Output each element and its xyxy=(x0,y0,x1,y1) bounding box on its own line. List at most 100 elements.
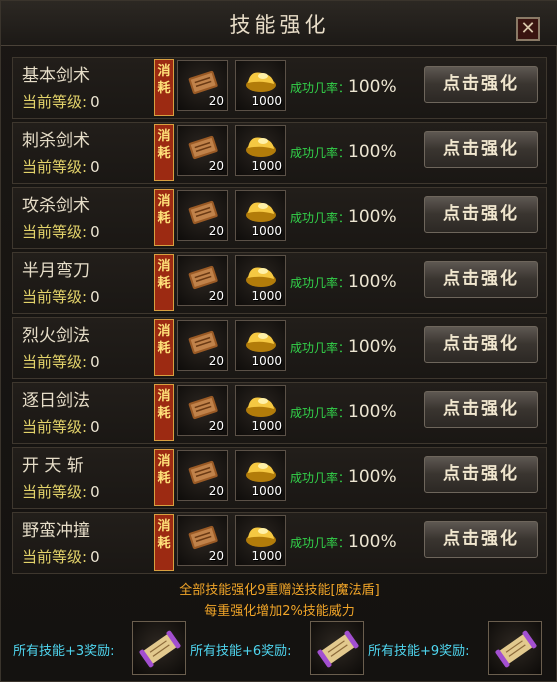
success-rate-value: 100% xyxy=(348,467,397,487)
cost-banner-char: 耗 xyxy=(157,211,171,226)
gold-count: 1000 xyxy=(251,224,282,238)
skill-book-slot[interactable]: 20 xyxy=(177,450,228,501)
skill-book-slot[interactable]: 20 xyxy=(177,320,228,371)
cost-banner-char: 消 xyxy=(157,454,171,469)
skill-level: 当前等级: 0 xyxy=(22,286,100,307)
cost-banner: 消 耗 xyxy=(154,514,174,571)
success-rate-label: 成功几率： xyxy=(290,146,351,160)
success-rate-label: 成功几率： xyxy=(290,471,351,485)
success-rate-value: 100% xyxy=(348,532,397,552)
skill-name: 开 天 斩 xyxy=(22,456,84,476)
gold-slot[interactable]: 1000 xyxy=(235,125,286,176)
reward-slot[interactable] xyxy=(310,621,364,675)
book-count: 20 xyxy=(208,159,224,173)
book-count: 20 xyxy=(208,354,224,368)
close-button[interactable]: ✕ xyxy=(516,17,540,41)
gold-count: 1000 xyxy=(251,419,282,433)
strengthen-button[interactable]: 点击强化 xyxy=(424,66,538,103)
gold-slot[interactable]: 1000 xyxy=(235,190,286,241)
cost-banner-char: 耗 xyxy=(157,536,171,551)
cost-banner: 消 耗 xyxy=(154,319,174,376)
cost-banner-char: 耗 xyxy=(157,471,171,486)
skill-name: 基本剑术 xyxy=(22,66,90,86)
strengthen-button[interactable]: 点击强化 xyxy=(424,326,538,363)
skill-row: 刺杀剑术 当前等级: 0 消 耗 20 1000 成功几率： 100% 点击强化 xyxy=(12,122,547,184)
book-count: 20 xyxy=(208,549,224,563)
cost-banner: 消 耗 xyxy=(154,59,174,116)
cost-banner-char: 耗 xyxy=(157,81,171,96)
success-rate-value: 100% xyxy=(348,207,397,227)
skill-book-slot[interactable]: 20 xyxy=(177,60,228,111)
gold-slot[interactable]: 1000 xyxy=(235,320,286,371)
strengthen-button[interactable]: 点击强化 xyxy=(424,391,538,428)
cost-banner-char: 消 xyxy=(157,324,171,339)
success-rate-value: 100% xyxy=(348,272,397,292)
skill-book-slot[interactable]: 20 xyxy=(177,515,228,566)
success-rate-label: 成功几率： xyxy=(290,536,351,550)
gold-count: 1000 xyxy=(251,484,282,498)
strengthen-button[interactable]: 点击强化 xyxy=(424,521,538,558)
success-rate-label: 成功几率： xyxy=(290,211,351,225)
cost-banner: 消 耗 xyxy=(154,384,174,441)
level-value: 0 xyxy=(90,418,100,436)
book-count: 20 xyxy=(208,224,224,238)
strengthen-button[interactable]: 点击强化 xyxy=(424,196,538,233)
skill-level: 当前等级: 0 xyxy=(22,156,100,177)
level-label: 当前等级: xyxy=(22,418,88,436)
success-rate-value: 100% xyxy=(348,402,397,422)
skill-book-slot[interactable]: 20 xyxy=(177,255,228,306)
gold-slot[interactable]: 1000 xyxy=(235,385,286,436)
title-bar: 技能强化 ✕ xyxy=(1,1,557,46)
book-count: 20 xyxy=(208,94,224,108)
gold-slot[interactable]: 1000 xyxy=(235,255,286,306)
skill-level: 当前等级: 0 xyxy=(22,481,100,502)
gold-count: 1000 xyxy=(251,289,282,303)
skill-book-slot[interactable]: 20 xyxy=(177,190,228,241)
skill-row: 半月弯刀 当前等级: 0 消 耗 20 1000 成功几率： 100% 点击强化 xyxy=(12,252,547,314)
gold-slot[interactable]: 1000 xyxy=(235,60,286,111)
cost-banner-char: 耗 xyxy=(157,276,171,291)
reward-label: 所有技能+3奖励: xyxy=(13,644,115,659)
level-value: 0 xyxy=(90,288,100,306)
level-value: 0 xyxy=(90,548,100,566)
level-label: 当前等级: xyxy=(22,288,88,306)
success-rate-label: 成功几率： xyxy=(290,276,351,290)
success-rate-value: 100% xyxy=(348,142,397,162)
level-value: 0 xyxy=(90,158,100,176)
gold-count: 1000 xyxy=(251,354,282,368)
skill-level: 当前等级: 0 xyxy=(22,546,100,567)
strengthen-button[interactable]: 点击强化 xyxy=(424,456,538,493)
skill-strengthen-panel: 技能强化 ✕ 基本剑术 当前等级: 0 消 耗 20 1000 成功几率： 10… xyxy=(0,0,557,682)
skill-name: 逐日剑法 xyxy=(22,391,90,411)
level-value: 0 xyxy=(90,353,100,371)
skill-row: 基本剑术 当前等级: 0 消 耗 20 1000 成功几率： 100% 点击强化 xyxy=(12,57,547,119)
reward-slot[interactable] xyxy=(488,621,542,675)
cost-banner-char: 消 xyxy=(157,519,171,534)
skill-name: 野蛮冲撞 xyxy=(22,521,90,541)
cost-banner: 消 耗 xyxy=(154,124,174,181)
skill-level: 当前等级: 0 xyxy=(22,351,100,372)
book-count: 20 xyxy=(208,484,224,498)
reward-label: 所有技能+9奖励: xyxy=(368,644,470,659)
gold-slot[interactable]: 1000 xyxy=(235,450,286,501)
scroll-icon xyxy=(317,630,359,668)
skill-row: 野蛮冲撞 当前等级: 0 消 耗 20 1000 成功几率： 100% 点击强化 xyxy=(12,512,547,574)
cost-banner: 消 耗 xyxy=(154,449,174,506)
gold-count: 1000 xyxy=(251,549,282,563)
skill-book-slot[interactable]: 20 xyxy=(177,385,228,436)
book-count: 20 xyxy=(208,289,224,303)
skill-level: 当前等级: 0 xyxy=(22,416,100,437)
bonus-line-2: 每重强化增加2%技能威力 xyxy=(204,604,355,619)
skill-row: 攻杀剑术 当前等级: 0 消 耗 20 1000 成功几率： 100% 点击强化 xyxy=(12,187,547,249)
reward-slot[interactable] xyxy=(132,621,186,675)
level-label: 当前等级: xyxy=(22,223,88,241)
cost-banner-char: 耗 xyxy=(157,146,171,161)
skill-book-slot[interactable]: 20 xyxy=(177,125,228,176)
level-value: 0 xyxy=(90,223,100,241)
skill-row: 逐日剑法 当前等级: 0 消 耗 20 1000 成功几率： 100% 点击强化 xyxy=(12,382,547,444)
success-rate-label: 成功几率： xyxy=(290,406,351,420)
strengthen-button[interactable]: 点击强化 xyxy=(424,131,538,168)
strengthen-button[interactable]: 点击强化 xyxy=(424,261,538,298)
gold-slot[interactable]: 1000 xyxy=(235,515,286,566)
level-label: 当前等级: xyxy=(22,93,88,111)
